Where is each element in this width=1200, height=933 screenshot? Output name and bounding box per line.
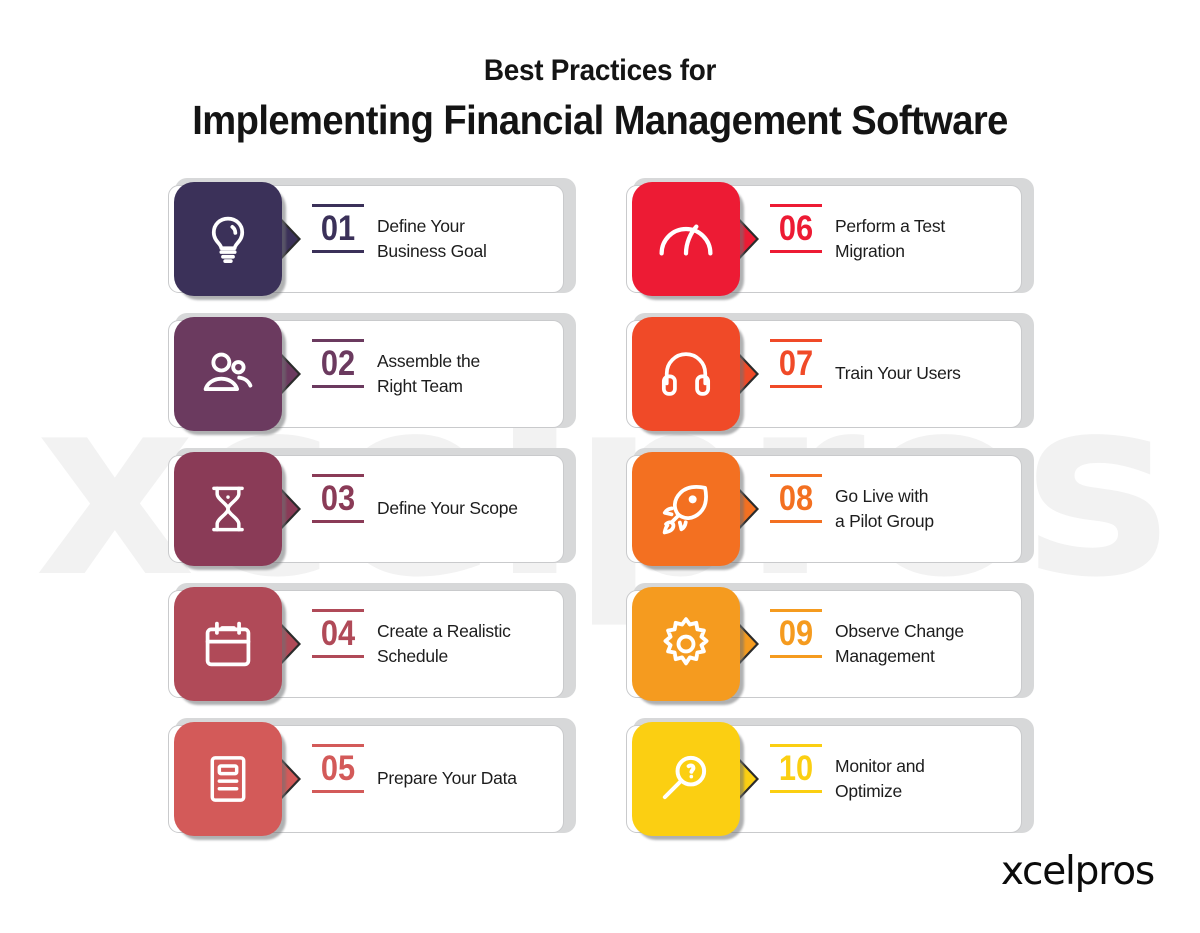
practice-card[interactable]: 02 Assemble the Right Team: [168, 313, 576, 438]
step-number-rule-bottom: [770, 789, 822, 793]
lightbulb-icon: [200, 211, 256, 267]
card-label: Train Your Users: [835, 363, 961, 384]
icon-box: [632, 452, 740, 566]
step-number: 07: [778, 344, 814, 383]
card-label: Perform a Test Migration: [835, 215, 945, 261]
step-number-rule-top: [312, 339, 364, 342]
header-eyebrow: Best Practices for: [483, 54, 717, 87]
card-label: Assemble the Right Team: [377, 350, 481, 396]
page-title: Implementing Financial Management Softwa…: [192, 96, 1008, 143]
step-number-block: 10: [767, 744, 825, 793]
practice-card[interactable]: 06 Perform a Test Migration: [626, 178, 1034, 303]
practice-card[interactable]: 03 Define Your Scope: [168, 448, 576, 573]
step-number-block: 05: [309, 744, 367, 793]
step-number-block: 02: [309, 339, 367, 388]
step-number-rule-top: [312, 204, 364, 207]
practice-card[interactable]: 01 Define Your Business Goal: [168, 178, 576, 303]
step-number-block: 08: [767, 474, 825, 523]
step-number-rule-bottom: [312, 789, 364, 793]
step-number-rule-top: [770, 474, 822, 477]
step-number-rule-top: [770, 204, 822, 207]
step-number-rule-bottom: [312, 249, 364, 253]
step-number-block: 01: [309, 204, 367, 253]
step-number: 02: [320, 344, 356, 383]
step-number: 05: [320, 749, 356, 788]
icon-box: [174, 317, 282, 431]
practice-card[interactable]: 07 Train Your Users: [626, 313, 1034, 438]
headphones-icon: [658, 346, 714, 402]
practice-card[interactable]: 04 Create a Realistic Schedule: [168, 583, 576, 708]
step-number: 06: [778, 209, 814, 248]
step-number-rule-top: [312, 609, 364, 612]
step-number-rule-top: [312, 474, 364, 477]
team-people-icon: [199, 345, 257, 403]
icon-box: [174, 587, 282, 701]
card-label: Go Live with a Pilot Group: [835, 485, 934, 531]
speedometer-icon: [655, 214, 717, 264]
hourglass-icon: [202, 481, 254, 537]
step-number: 04: [320, 614, 356, 653]
step-number: 01: [320, 209, 356, 248]
magnifier-icon: [657, 750, 715, 808]
step-number-block: 09: [767, 609, 825, 658]
step-number: 10: [778, 749, 814, 788]
card-label: Define Your Business Goal: [377, 215, 487, 261]
step-number-rule-bottom: [770, 519, 822, 523]
step-number-rule-bottom: [770, 384, 822, 388]
icon-box: [632, 587, 740, 701]
step-number-block: 04: [309, 609, 367, 658]
card-label: Prepare Your Data: [377, 768, 517, 789]
practice-card[interactable]: 05 Prepare Your Data: [168, 718, 576, 843]
step-number-rule-bottom: [312, 519, 364, 523]
card-label: Define Your Scope: [377, 498, 518, 519]
calendar-icon: [200, 616, 256, 672]
card-label: Create a Realistic Schedule: [377, 620, 511, 666]
icon-box: [632, 317, 740, 431]
page-header: Best Practices for Implementing Financia…: [0, 0, 1200, 145]
card-label: Monitor and Optimize: [835, 755, 925, 801]
step-number-rule-bottom: [312, 654, 364, 658]
icon-box: [174, 182, 282, 296]
xcelpros-logo: xcelpros: [1000, 849, 1155, 894]
step-number-rule-bottom: [770, 249, 822, 253]
icon-box: [174, 452, 282, 566]
step-number-rule-bottom: [312, 384, 364, 388]
step-number: 08: [778, 479, 814, 518]
document-data-icon: [202, 750, 254, 808]
rocket-icon: [657, 480, 715, 538]
step-number-rule-bottom: [770, 654, 822, 658]
icon-box: [174, 722, 282, 836]
step-number-rule-top: [770, 744, 822, 747]
step-number-rule-top: [770, 609, 822, 612]
icon-box: [632, 182, 740, 296]
step-number-rule-top: [770, 339, 822, 342]
practice-card[interactable]: 10 Monitor and Optimize: [626, 718, 1034, 843]
practice-card[interactable]: 08 Go Live with a Pilot Group: [626, 448, 1034, 573]
practice-card[interactable]: 09 Observe Change Management: [626, 583, 1034, 708]
step-number-rule-top: [312, 744, 364, 747]
best-practices-grid: 01 Define Your Business Goal 06 Perform …: [168, 178, 1034, 843]
step-number-block: 03: [309, 474, 367, 523]
step-number-block: 06: [767, 204, 825, 253]
step-number: 09: [778, 614, 814, 653]
step-number-block: 07: [767, 339, 825, 388]
step-number: 03: [320, 479, 356, 518]
card-label: Observe Change Management: [835, 620, 964, 666]
icon-box: [632, 722, 740, 836]
gear-icon: [657, 615, 715, 673]
